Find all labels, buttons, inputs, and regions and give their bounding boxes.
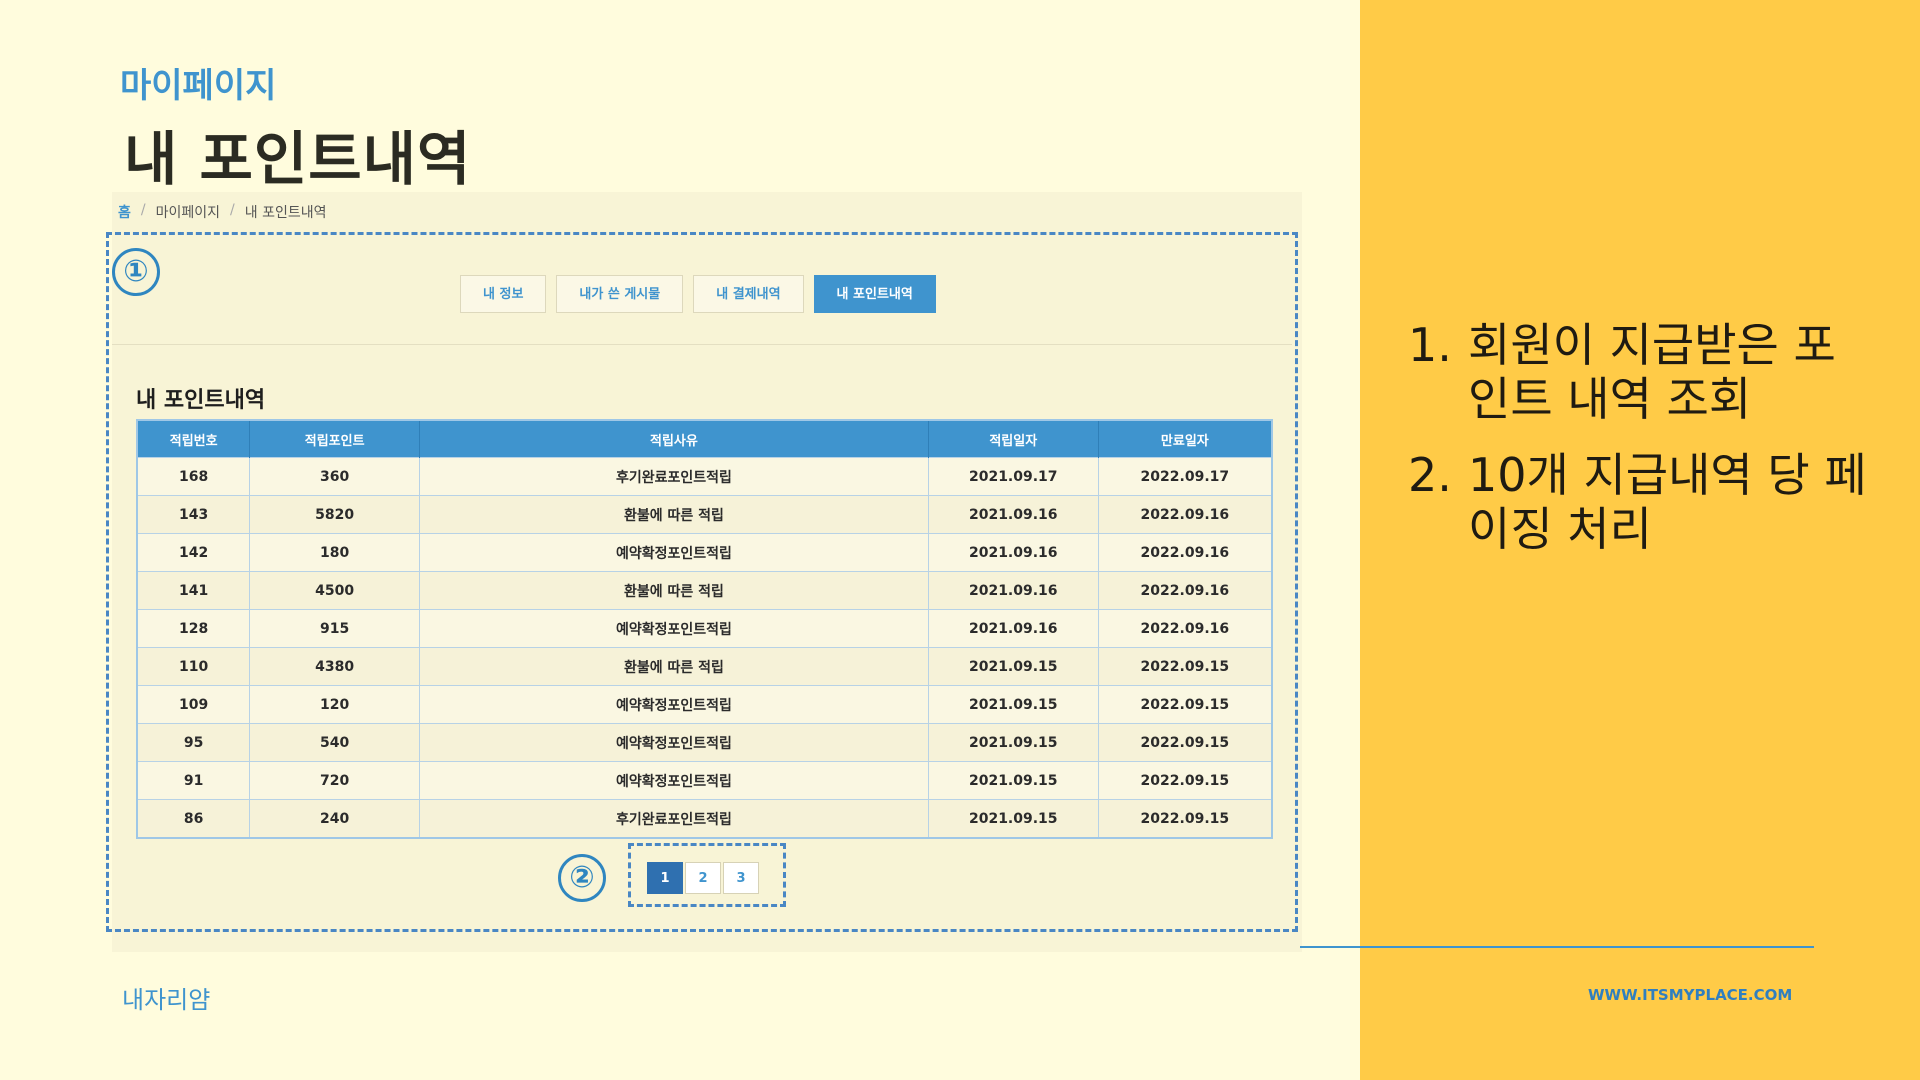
breadcrumb-current: 내 포인트내역 xyxy=(244,205,327,221)
note-number: 2. xyxy=(1408,448,1452,502)
table-row: 168 360 후기완료포인트적립 2021.09.17 2022.09.17 xyxy=(137,457,1273,496)
cell-points: 360 xyxy=(249,457,421,496)
tab-my-payments[interactable]: 내 결제내역 xyxy=(693,275,804,313)
breadcrumb: 홈 / 마이페이지 / 내 포인트내역 xyxy=(118,202,326,222)
footer-divider xyxy=(1300,946,1814,948)
breadcrumb-home[interactable]: 홈 xyxy=(118,202,131,222)
cell-reason: 후기완료포인트적립 xyxy=(419,799,929,838)
cell-id: 141 xyxy=(137,571,251,610)
cell-expiry: 2022.09.16 xyxy=(1098,533,1273,572)
table-row: 109 120 예약확정포인트적립 2021.09.15 2022.09.15 xyxy=(137,685,1273,724)
cell-points: 240 xyxy=(249,799,421,838)
cell-id: 95 xyxy=(137,723,251,762)
cell-date: 2021.09.16 xyxy=(928,609,1099,648)
annotation-marker-2: ② xyxy=(558,854,606,902)
note-text: 회원이 지급받은 포인트 내역 조회 xyxy=(1468,318,1836,426)
note-text: 10개 지급내역 당 페이징 처리 xyxy=(1468,448,1867,556)
cell-points: 180 xyxy=(249,533,421,572)
column-header-expiry: 만료일자 xyxy=(1098,420,1273,458)
page-button-3[interactable]: 3 xyxy=(723,862,759,894)
note-number: 1. xyxy=(1408,318,1452,372)
table-row: 143 5820 환불에 따른 적립 2021.09.16 2022.09.16 xyxy=(137,495,1273,534)
cell-date: 2021.09.16 xyxy=(928,533,1099,572)
cell-expiry: 2022.09.17 xyxy=(1098,457,1273,496)
cell-id: 143 xyxy=(137,495,251,534)
cell-date: 2021.09.15 xyxy=(928,685,1099,724)
table-row: 142 180 예약확정포인트적립 2021.09.16 2022.09.16 xyxy=(137,533,1273,572)
cell-expiry: 2022.09.16 xyxy=(1098,571,1273,610)
cell-expiry: 2022.09.15 xyxy=(1098,799,1273,838)
cell-id: 109 xyxy=(137,685,251,724)
column-header-reason: 적립사유 xyxy=(419,420,929,458)
cell-date: 2021.09.15 xyxy=(928,647,1099,686)
table-header-row: 적립번호 적립포인트 적립사유 적립일자 만료일자 xyxy=(137,420,1273,458)
breadcrumb-separator: / xyxy=(230,202,235,218)
column-header-date: 적립일자 xyxy=(928,420,1099,458)
table-row: 110 4380 환불에 따른 적립 2021.09.15 2022.09.15 xyxy=(137,647,1273,686)
note-item: 2. 10개 지급내역 당 페이징 처리 xyxy=(1408,448,1878,556)
cell-expiry: 2022.09.15 xyxy=(1098,761,1273,800)
column-header-id: 적립번호 xyxy=(137,420,251,458)
cell-points: 915 xyxy=(249,609,421,648)
annotation-marker-1: ① xyxy=(112,248,160,296)
tab-my-points[interactable]: 내 포인트내역 xyxy=(813,275,936,313)
cell-id: 86 xyxy=(137,799,251,838)
cell-id: 91 xyxy=(137,761,251,800)
cell-date: 2021.09.16 xyxy=(928,571,1099,610)
cell-id: 168 xyxy=(137,457,251,496)
note-item: 1. 회원이 지급받은 포인트 내역 조회 xyxy=(1408,318,1878,426)
pagination: 1 2 3 xyxy=(647,862,759,894)
breadcrumb-mypage[interactable]: 마이페이지 xyxy=(156,202,220,222)
cell-expiry: 2022.09.16 xyxy=(1098,609,1273,648)
cell-id: 142 xyxy=(137,533,251,572)
cell-date: 2021.09.15 xyxy=(928,761,1099,800)
section-title: 내 포인트내역 xyxy=(136,388,266,413)
cell-expiry: 2022.09.16 xyxy=(1098,495,1273,534)
slide-subtitle: 마이페이지 xyxy=(120,66,277,106)
cell-expiry: 2022.09.15 xyxy=(1098,685,1273,724)
cell-points: 5820 xyxy=(249,495,421,534)
cell-id: 128 xyxy=(137,609,251,648)
cell-expiry: 2022.09.15 xyxy=(1098,647,1273,686)
cell-reason: 후기완료포인트적립 xyxy=(419,457,929,496)
table-row: 91 720 예약확정포인트적립 2021.09.15 2022.09.15 xyxy=(137,761,1273,800)
cell-date: 2021.09.15 xyxy=(928,799,1099,838)
cell-date: 2021.09.17 xyxy=(928,457,1099,496)
cell-points: 4380 xyxy=(249,647,421,686)
table-row: 141 4500 환불에 따른 적립 2021.09.16 2022.09.16 xyxy=(137,571,1273,610)
slide-title: 내 포인트내역 xyxy=(124,125,472,193)
column-header-points: 적립포인트 xyxy=(249,420,421,458)
breadcrumb-separator: / xyxy=(140,202,146,218)
cell-reason: 예약확정포인트적립 xyxy=(419,609,929,648)
points-table: 적립번호 적립포인트 적립사유 적립일자 만료일자 168 360 후기완료포인… xyxy=(136,419,1273,839)
tab-divider xyxy=(112,344,1292,345)
cell-expiry: 2022.09.15 xyxy=(1098,723,1273,762)
cell-points: 4500 xyxy=(249,571,421,610)
page-button-2[interactable]: 2 xyxy=(685,862,721,894)
website-url: WWW.ITSMYPLACE.COM xyxy=(1588,986,1793,1004)
mypage-tabs: 내 정보 내가 쓴 게시물 내 결제내역 내 포인트내역 xyxy=(460,275,936,313)
cell-reason: 환불에 따른 적립 xyxy=(419,647,929,686)
cell-id: 110 xyxy=(137,647,251,686)
feature-notes: 1. 회원이 지급받은 포인트 내역 조회 2. 10개 지급내역 당 페이징 … xyxy=(1408,318,1878,578)
tab-my-posts[interactable]: 내가 쓴 게시물 xyxy=(556,275,684,313)
cell-reason: 환불에 따른 적립 xyxy=(419,571,929,610)
cell-date: 2021.09.15 xyxy=(928,723,1099,762)
cell-reason: 예약확정포인트적립 xyxy=(419,533,929,572)
cell-reason: 예약확정포인트적립 xyxy=(419,685,929,724)
cell-reason: 예약확정포인트적립 xyxy=(419,761,929,800)
cell-date: 2021.09.16 xyxy=(928,495,1099,534)
brand-name: 내자리얌 xyxy=(122,986,211,1014)
cell-points: 120 xyxy=(249,685,421,724)
page-button-1[interactable]: 1 xyxy=(647,862,683,894)
cell-points: 720 xyxy=(249,761,421,800)
cell-reason: 예약확정포인트적립 xyxy=(419,723,929,762)
tab-my-info[interactable]: 내 정보 xyxy=(460,275,547,313)
cell-points: 540 xyxy=(249,723,421,762)
table-row: 128 915 예약확정포인트적립 2021.09.16 2022.09.16 xyxy=(137,609,1273,648)
table-row: 86 240 후기완료포인트적립 2021.09.15 2022.09.15 xyxy=(137,799,1273,838)
table-row: 95 540 예약확정포인트적립 2021.09.15 2022.09.15 xyxy=(137,723,1273,762)
cell-reason: 환불에 따른 적립 xyxy=(419,495,929,534)
